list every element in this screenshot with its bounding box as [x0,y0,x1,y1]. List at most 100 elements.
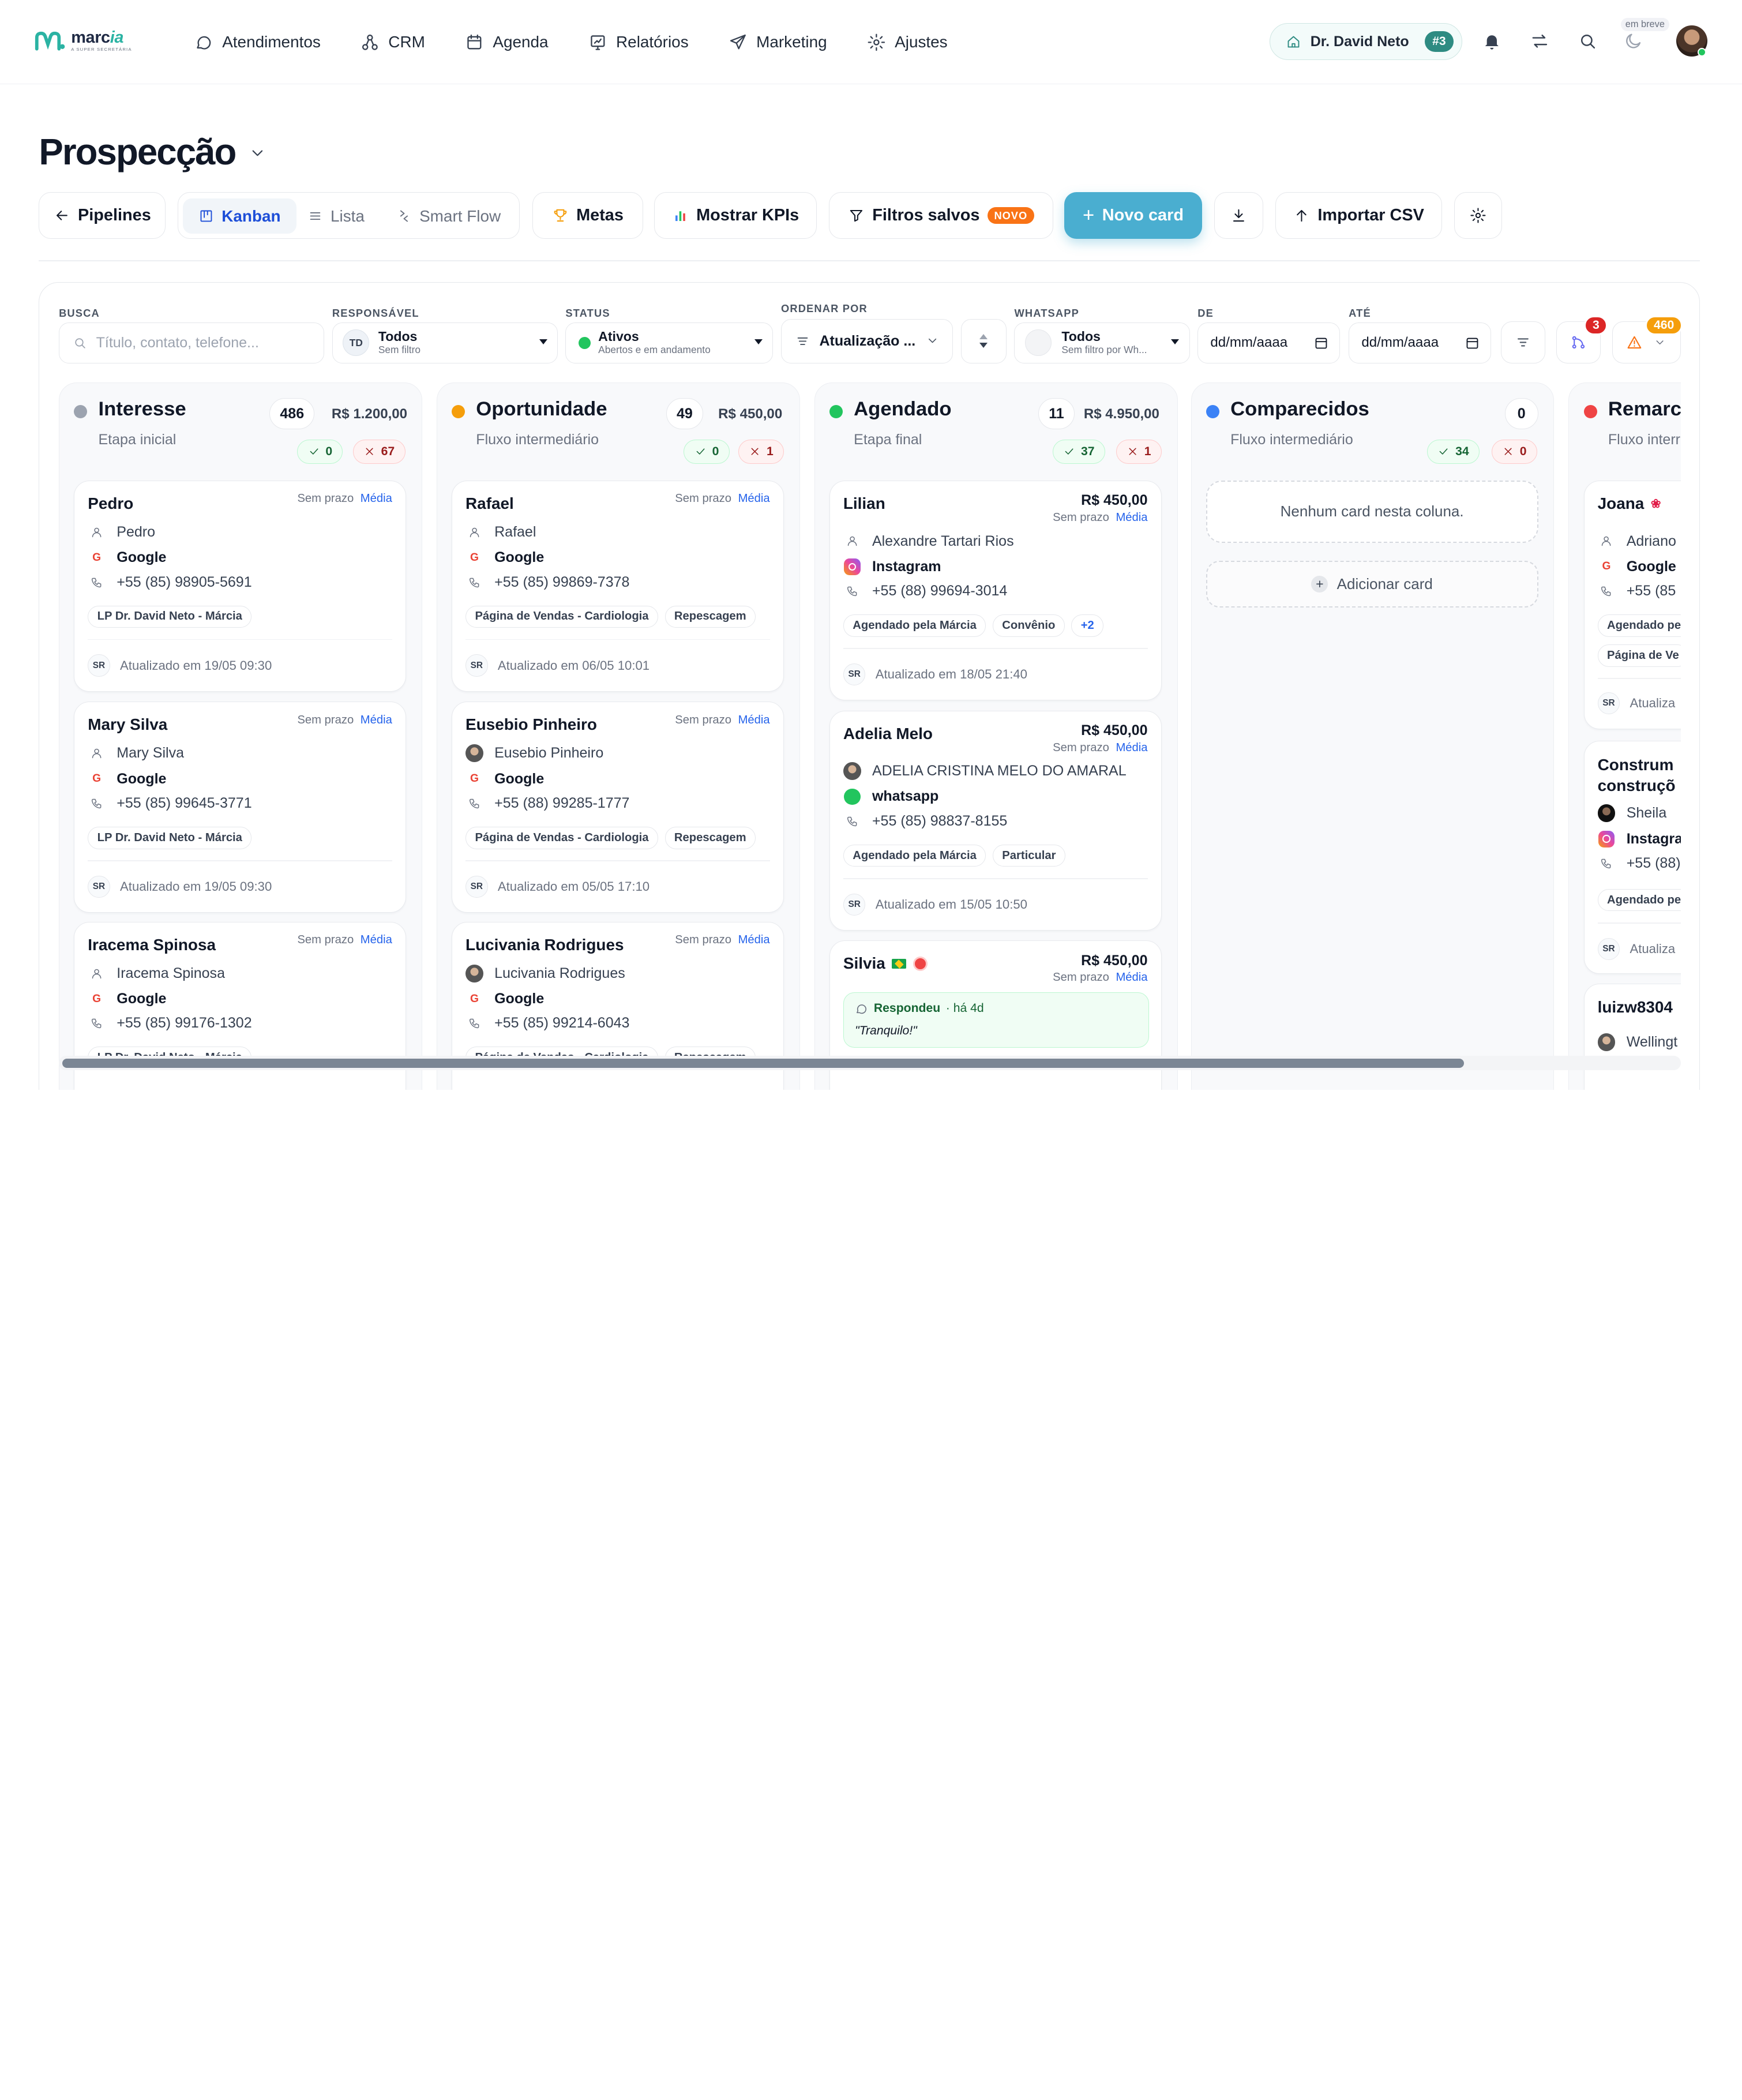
lead-card[interactable]: Joana ❀ Adriano G Google +55 (85 Agendado … [1583,481,1681,730]
more-tags-badge[interactable]: +2 [1071,614,1104,637]
plus-icon: + [1083,204,1095,227]
filtros-salvos-button[interactable]: Filtros salvos NOVO [828,192,1053,239]
date-from-input[interactable]: dd/mm/aaaa [1197,322,1340,363]
card-phone[interactable]: +55 (85) 98905-5691 [88,573,252,591]
whatsapp-select[interactable]: Todos Sem filtro por Wh... [1014,322,1190,363]
won-chip[interactable]: 0 [684,439,730,464]
card-phone[interactable]: +55 (85) 98837-8155 [843,812,1007,830]
lead-card[interactable]: Eusebio Pinheiro Sem prazo Média Eusebio … [451,702,784,913]
ordenar-label: ORDENAR POR [780,302,868,314]
ordenar-select[interactable]: Atualização ... [780,318,953,363]
x-icon [751,448,759,455]
card-phone[interactable]: +55 (85) 99214-6043 [465,1014,629,1032]
nav-ajustes[interactable]: Ajustes [867,27,948,58]
nav-agenda[interactable]: Agenda [465,27,549,58]
search-icon[interactable] [1578,31,1598,51]
deadline-text: Sem prazo [297,713,354,726]
card-title: Lilian [843,494,885,513]
home-icon [1287,36,1300,48]
doctor-selector[interactable]: Dr. David Neto #3 [1270,23,1462,60]
card-divider [88,860,392,861]
metas-button[interactable]: Metas [532,192,644,239]
lead-card[interactable]: Pedro Sem prazo Média Pedro G Google +55 (… [74,481,406,692]
card-footer: SR Atualizado em 18/05 21:40 [843,663,1027,686]
whatsapp-icon [843,788,861,805]
card-price: R$ 450,00 [1081,952,1148,969]
tag: Página de Vendas - Cardiologia [465,605,658,628]
responsavel-select[interactable]: TD Todos Sem filtro [332,322,558,363]
nav-marketing[interactable]: Marketing [729,27,827,58]
bell-icon[interactable] [1482,31,1502,51]
trophy-icon [554,209,567,222]
card-phone[interactable]: +55 (85) 99645-3771 [88,794,252,812]
kanban-board: Interesse Etapa inicial 486 R$ 1.200,00 … [59,382,1681,1090]
won-chip[interactable]: 37 [1052,439,1105,464]
card-deadline: Sem prazo Média [1053,741,1147,755]
novo-card-button[interactable]: + Novo card [1064,192,1202,239]
lost-chip[interactable]: 0 [1491,439,1537,464]
brand-logo[interactable]: marcia A SUPER SECRETÁRIA [33,29,132,53]
chevron-down-icon[interactable] [249,144,266,162]
filter-icon [850,210,863,222]
reply-preview[interactable]: Respondeu · há 4d "Tranquilo!" [843,992,1149,1048]
phone-number: +55 (85) 99176-1302 [117,1015,252,1032]
won-chip[interactable]: 34 [1426,439,1480,464]
owner-avatar: SR [843,893,866,916]
card-source: G Google [88,770,166,788]
mostrar-kpis-button[interactable]: Mostrar KPIs [654,192,817,239]
moon-icon[interactable] [1623,31,1643,51]
advanced-filter-button[interactable] [1501,321,1546,363]
card-phone[interactable]: +55 (85 [1598,582,1676,600]
gear-icon [1470,208,1486,223]
lost-chip[interactable]: 1 [738,439,784,464]
status-select[interactable]: Ativos Abertos e em andamento [565,322,774,363]
card-phone[interactable]: +55 (85) 99176-1302 [88,1014,252,1032]
lost-chip[interactable]: 67 [352,439,406,464]
deadline-text: Sem prazo [675,933,732,946]
lost-chip[interactable]: 1 [1116,439,1162,464]
add-card-button[interactable]: + Adicionar card [1206,560,1538,608]
online-status-dot [1697,47,1707,57]
updated-text: Atualizado em 15/05 10:50 [875,897,1027,912]
button-label: Importar CSV [1317,206,1424,225]
search-input[interactable]: Título, contato, telefone... [59,322,325,363]
nav-crm[interactable]: CRM [361,27,425,58]
settings-button[interactable] [1454,192,1502,239]
lead-card[interactable]: Rafael Sem prazo Média Rafael G Google +55… [451,481,784,692]
won-chip[interactable]: 0 [297,439,343,464]
lead-card[interactable]: Construm construçõ Sheila Instagra +55 (8… [1583,740,1681,974]
card-phone[interactable]: +55 (88) 99285-1777 [465,794,629,812]
lead-card[interactable]: Adelia Melo R$ 450,00 Sem prazo Média ADE… [829,710,1162,931]
phone-icon [847,586,857,597]
card-contact: Pedro [88,523,155,541]
swap-icon[interactable] [1530,31,1550,51]
google-icon: G [470,992,479,1005]
google-icon: G [92,992,102,1005]
contact-name: Lucivania Rodrigues [494,965,625,981]
nav-atendimentos[interactable]: Atendimentos [194,27,321,58]
card-title-text: Silvia [843,954,885,973]
lead-card[interactable]: Lilian R$ 450,00 Sem prazo Média Alexandr… [829,481,1162,701]
nav-relatorios[interactable]: Relatórios [588,27,689,58]
date-to-input[interactable]: dd/mm/aaaa [1349,322,1491,363]
date-placeholder: dd/mm/aaaa [1210,335,1288,351]
tab-kanban[interactable]: Kanban [182,198,296,234]
pipelines-button[interactable]: Pipelines [39,192,166,239]
new-badge: NOVO [987,207,1034,224]
tab-lista[interactable]: Lista [292,198,380,234]
lead-card[interactable]: luizw8304 Wellingt [1583,984,1681,1090]
lead-card[interactable]: Mary Silva Sem prazo Média Mary Silva G Go… [74,702,406,913]
board-scrollbar-thumb[interactable] [62,1059,1465,1068]
sort-direction-toggle[interactable] [960,318,1007,363]
tab-smart-flow[interactable]: Smart Flow [381,198,516,234]
card-source: G Google [88,990,166,1008]
tag: LP Dr. David Neto - Márcia [88,826,252,849]
card-phone[interactable]: +55 (85) 99869-7378 [465,573,629,591]
card-phone[interactable]: +55 (88) 99694-3014 [843,582,1007,600]
card-tags: Página de Ve [1597,644,1681,667]
importar-csv-button[interactable]: Importar CSV [1275,192,1442,239]
source-name: Instagram [872,558,941,575]
card-phone[interactable]: +55 (88) [1598,854,1681,872]
phone-icon [1601,858,1611,869]
download-button[interactable] [1214,192,1263,239]
